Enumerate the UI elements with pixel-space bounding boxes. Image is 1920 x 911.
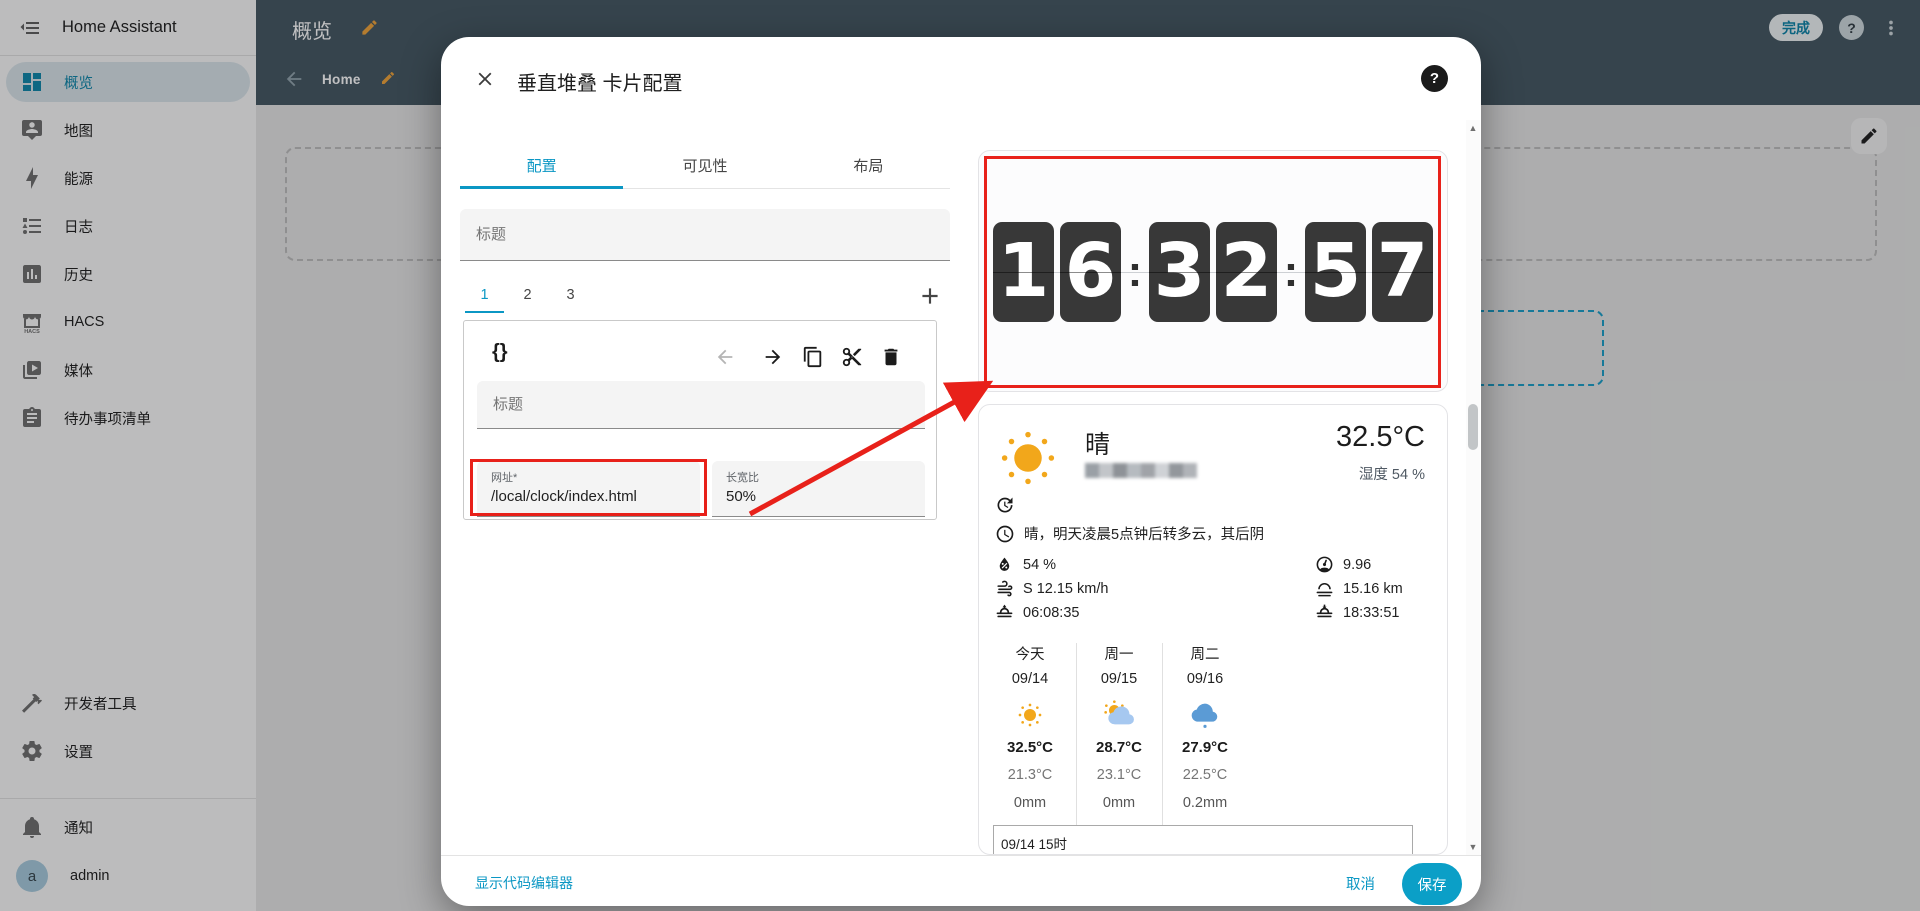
card-tab-2[interactable]: 2	[506, 277, 549, 313]
rainy-icon	[1191, 703, 1218, 728]
visibility-icon	[1316, 582, 1333, 597]
save-button[interactable]: 保存	[1402, 863, 1462, 905]
weather-card-preview: 晴 32.5°C 湿度 54 % 晴，明天凌晨5点钟后转多云，其后阴 54 % …	[978, 404, 1448, 855]
attr-visibility: 15.16 km	[1315, 579, 1403, 598]
attr-value: 54 %	[1023, 556, 1057, 573]
update-row	[995, 495, 1015, 515]
close-button[interactable]	[467, 61, 503, 97]
attr-value: S 12.15 km/h	[1023, 580, 1109, 597]
attr-sunrise: 06:08:35	[995, 603, 1079, 622]
location-redacted	[1085, 463, 1197, 478]
weather-condition: 晴	[1085, 431, 1111, 459]
card-config-dialog: 垂直堆叠 卡片配置 ? 配置 可见性 布局 1 2 3 {}	[441, 37, 1481, 906]
forecast-text-row: 晴，明天凌晨5点钟后转多云，其后阴	[995, 523, 1264, 544]
show-code-editor-link[interactable]: 显示代码编辑器	[475, 873, 573, 893]
forecast-high: 28.7°C	[1095, 739, 1143, 756]
clock-card-preview: 1 6 : 3 2 : 5 7	[978, 150, 1448, 392]
tab-visibility[interactable]: 可见性	[623, 147, 786, 188]
tab-config[interactable]: 配置	[460, 147, 624, 189]
update-icon	[997, 497, 1013, 513]
forecast-low: 22.5°C	[1182, 767, 1228, 783]
attr-humidity: 54 %	[995, 555, 1056, 574]
card-title-input[interactable]	[477, 381, 925, 428]
flip-clock: 1 6 : 3 2 : 5 7	[979, 222, 1447, 322]
add-card-icon[interactable]	[917, 283, 943, 309]
attr-value: 15.16 km	[1343, 580, 1403, 597]
clock-colon: :	[1127, 247, 1143, 296]
footer-divider	[441, 855, 1481, 856]
clock-digit: 2	[1216, 222, 1277, 322]
aspect-ratio-field[interactable]: 长宽比 50%	[712, 461, 925, 517]
humidity-icon	[999, 557, 1010, 571]
dialog-title: 垂直堆叠 卡片配置	[517, 73, 683, 95]
preview-scrollbar[interactable]: ▲ ▼	[1466, 120, 1480, 855]
forecast-low: 21.3°C	[1007, 767, 1053, 783]
attr-value: 9.96	[1343, 556, 1372, 573]
url-field-label: 网址*	[491, 472, 518, 484]
card-tabs: 1 2 3	[463, 277, 592, 313]
scroll-down-icon[interactable]: ▼	[1466, 842, 1480, 852]
move-left-icon[interactable]	[714, 346, 736, 368]
clock-colon: :	[1283, 247, 1299, 296]
forecast-high: 32.5°C	[1006, 739, 1054, 756]
tab-layout[interactable]: 布局	[787, 147, 950, 188]
clock-digit: 1	[993, 222, 1054, 322]
wind-icon	[997, 580, 1013, 597]
clock-digit: 5	[1305, 222, 1366, 322]
forecast-precip: 0mm	[1102, 795, 1136, 811]
code-braces-icon[interactable]: {}	[492, 341, 508, 364]
forecast-precip: 0.2mm	[1182, 795, 1228, 811]
attr-value: 18:33:51	[1343, 604, 1400, 621]
card-tab-1[interactable]: 1	[463, 277, 506, 313]
cancel-button[interactable]: 取消	[1346, 873, 1375, 894]
attr-sunset: 18:33:51	[1315, 603, 1399, 622]
forecast-day: 周二	[1190, 647, 1220, 663]
forecast-day: 周一	[1104, 647, 1134, 663]
copy-icon[interactable]	[802, 346, 824, 368]
clock-digit: 3	[1149, 222, 1210, 322]
forecast-high: 27.9°C	[1181, 739, 1229, 756]
hourly-forecast-box: 09/14 15时	[993, 825, 1413, 854]
clock-digit: 7	[1372, 222, 1433, 322]
forecast-date: 09/16	[1186, 671, 1224, 687]
sunny-icon	[1018, 703, 1042, 727]
stack-title-field[interactable]	[460, 209, 950, 261]
card-tab-3[interactable]: 3	[549, 277, 592, 313]
sunrise-icon	[996, 604, 1013, 618]
dialog-tabs: 配置 可见性 布局	[460, 147, 950, 189]
forecast-precip: 0mm	[1013, 795, 1047, 811]
attr-pressure: 9.96	[1315, 555, 1371, 574]
card-editor: {} 网址* /local/clock/index.html 长宽比 50%	[463, 320, 937, 520]
delete-icon[interactable]	[880, 346, 902, 368]
aspect-ratio-value: 50%	[726, 488, 757, 505]
hourly-label: 09/14 15时	[1001, 837, 1068, 852]
url-field-value: /local/clock/index.html	[491, 488, 637, 505]
attr-value: 06:08:35	[1023, 604, 1080, 621]
aspect-ratio-label: 长宽比	[726, 472, 759, 484]
forecast-day: 今天	[1015, 647, 1045, 663]
forecast-low: 23.1°C	[1096, 767, 1142, 783]
url-field[interactable]: 网址* /local/clock/index.html	[477, 461, 700, 517]
sunset-icon	[1316, 604, 1333, 618]
cut-icon[interactable]	[841, 346, 863, 368]
stack-title-input[interactable]	[460, 209, 950, 260]
attr-wind: S 12.15 km/h	[995, 579, 1108, 598]
screen: Home Assistant 概览 地图 能源 日志 历史 HACS HACS …	[0, 0, 1920, 911]
dialog-help-button[interactable]: ?	[1421, 65, 1448, 92]
pressure-gauge-icon	[1316, 556, 1333, 573]
partly-cloudy-icon	[1104, 700, 1134, 725]
scroll-up-icon[interactable]: ▲	[1466, 123, 1480, 133]
close-icon	[478, 72, 492, 86]
card-title-field[interactable]	[477, 381, 925, 429]
weather-humidity: 湿度 54 %	[1358, 467, 1425, 483]
forecast-text: 晴，明天凌晨5点钟后转多云，其后阴	[1024, 527, 1265, 543]
clock-icon	[996, 525, 1014, 542]
move-right-icon[interactable]	[762, 346, 784, 368]
sun-icon	[1001, 431, 1055, 485]
forecast-date: 09/14	[1011, 671, 1049, 687]
forecast-date: 09/15	[1100, 671, 1138, 687]
scrollbar-thumb[interactable]	[1468, 404, 1478, 450]
weather-temperature: 32.5°C	[1336, 421, 1425, 453]
clock-digit: 6	[1060, 222, 1121, 322]
